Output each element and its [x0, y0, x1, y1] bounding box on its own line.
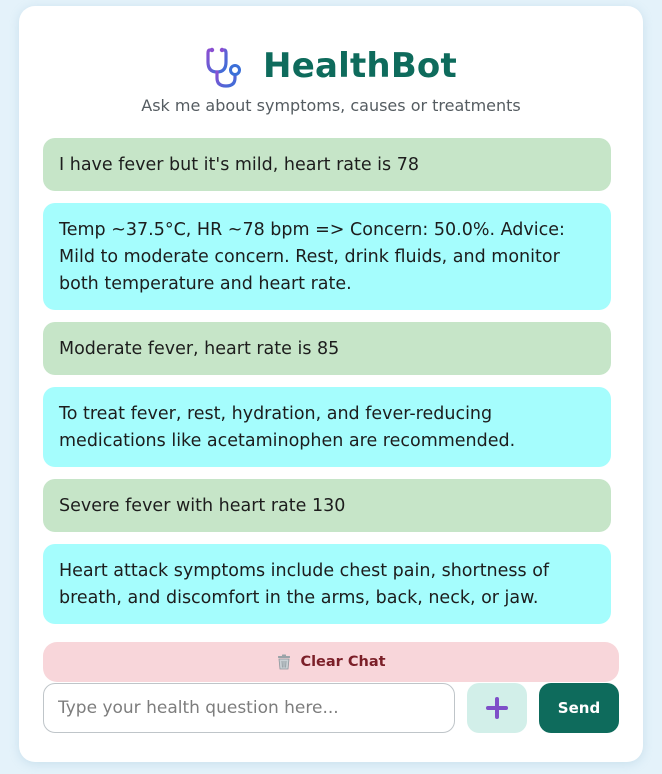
- clear-chat-label: Clear Chat: [300, 654, 386, 670]
- add-button[interactable]: [467, 683, 527, 733]
- app-title: HealthBot: [263, 46, 457, 86]
- bot-message: Heart attack symptoms include chest pain…: [43, 544, 611, 624]
- trash-icon: [278, 654, 291, 670]
- app-subtitle: Ask me about symptoms, causes or treatme…: [141, 96, 521, 115]
- input-row: Send: [43, 683, 619, 733]
- message-list: I have fever but it's mild, heart rate i…: [43, 138, 611, 636]
- bot-message: To treat fever, rest, hydration, and fev…: [43, 387, 611, 467]
- stethoscope-icon: [206, 47, 242, 88]
- app-header: HealthBot: [19, 44, 643, 94]
- question-input[interactable]: [43, 683, 455, 733]
- user-message: Moderate fever, heart rate is 85: [43, 322, 611, 375]
- chat-card: HealthBot Ask me about symptoms, causes …: [19, 6, 643, 762]
- clear-chat-button[interactable]: Clear Chat: [43, 642, 619, 682]
- bot-message: Temp ~37.5°C, HR ~78 bpm => Concern: 50.…: [43, 203, 611, 310]
- send-button[interactable]: Send: [539, 683, 619, 733]
- plus-icon: [486, 697, 508, 719]
- user-message: Severe fever with heart rate 130: [43, 479, 611, 532]
- user-message: I have fever but it's mild, heart rate i…: [43, 138, 611, 191]
